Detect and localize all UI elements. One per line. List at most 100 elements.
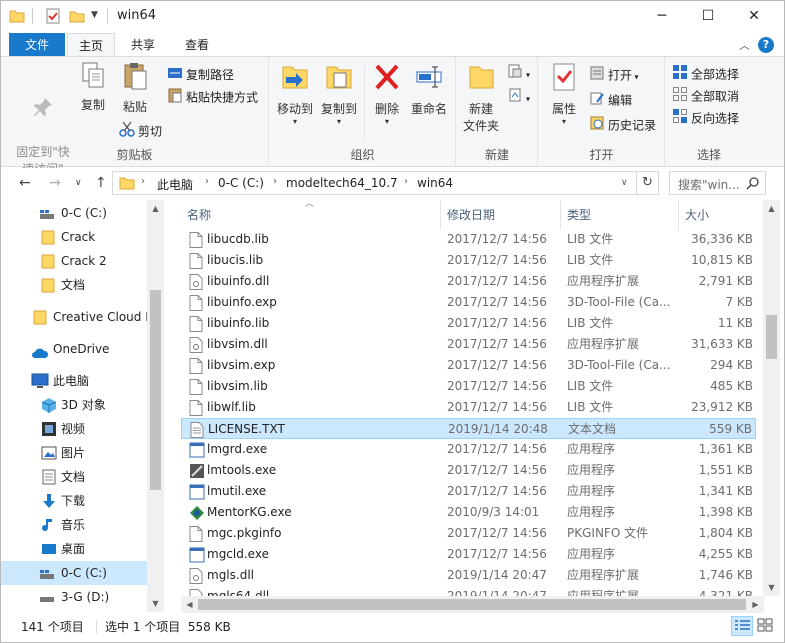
table-row[interactable]: lmgrd.exe 2017/12/7 14:56 应用程序 1,361 KB (181, 439, 756, 460)
nav-item-crack-2[interactable]: Crack 2 (1, 249, 149, 273)
scroll-up-icon[interactable]: ▲ (763, 200, 780, 217)
delete-button[interactable]: 删除 ▾ (370, 61, 404, 126)
table-row[interactable]: libvsim.exp 2017/12/7 14:56 3D-Tool-File (… (181, 355, 756, 376)
nav-item-drive-c-quick[interactable]: 0-C (C:) (1, 201, 149, 225)
new-folder-button[interactable]: 新建 文件夹 (459, 61, 503, 135)
refresh-button[interactable]: ↻ (637, 171, 659, 195)
ribbon-collapse-icon[interactable]: ︿ (739, 37, 750, 53)
move-to-button[interactable]: 移动到 ▾ (274, 61, 316, 126)
nav-item-this-pc[interactable]: 此电脑 (1, 369, 149, 393)
close-button[interactable]: ✕ (731, 1, 777, 31)
tab-file[interactable]: 文件 (9, 33, 65, 57)
table-row-selected[interactable]: LICENSE.TXT 2019/1/14 20:48 文本文档 559 KB (181, 418, 756, 439)
search-box[interactable]: 搜索"win... (669, 171, 766, 195)
nav-item-3d-objects[interactable]: 3D 对象 (1, 393, 149, 417)
column-header-type[interactable]: 类型 (567, 200, 591, 230)
tab-home[interactable]: 主页 (67, 33, 115, 57)
edit-button[interactable]: 编辑 (589, 90, 632, 110)
paste-shortcut-button[interactable]: 粘贴快捷方式 (167, 87, 258, 107)
address-bar[interactable]: › 此电脑 › 0-C (C:) › modeltech64_10.7 › wi… (112, 171, 637, 195)
nav-item-drive-d[interactable]: 3-G (D:) (1, 585, 149, 609)
table-row[interactable]: mgls64.dll 2019/1/14 20:47 应用程序扩展 4,321 KB (181, 586, 756, 596)
help-icon[interactable]: ? (758, 37, 774, 53)
breadcrumb-separator-icon[interactable]: › (273, 176, 277, 187)
properties-quick-icon[interactable] (45, 8, 61, 24)
copy-button[interactable]: 复制 (75, 61, 111, 114)
breadcrumb-separator-icon[interactable]: › (404, 176, 408, 187)
table-row[interactable]: libuinfo.dll 2017/12/7 14:56 应用程序扩展 2,791 K… (181, 271, 756, 292)
table-row[interactable]: mgls.dll 2019/1/14 20:47 应用程序扩展 1,746 KB (181, 565, 756, 586)
easy-access-button[interactable]: ▾ (507, 87, 530, 107)
address-dropdown-icon[interactable]: ∨ (621, 178, 628, 188)
column-header-name[interactable]: 名称 (187, 200, 211, 230)
nav-item-pictures[interactable]: 图片 (1, 441, 149, 465)
table-row[interactable]: MentorKG.exe 2010/9/3 14:01 应用程序 1,398 KB (181, 502, 756, 523)
nav-item-downloads[interactable]: 下载 (1, 489, 149, 513)
properties-button[interactable]: 属性 ▾ (545, 61, 583, 126)
table-row[interactable]: mgcld.exe 2017/12/7 14:56 应用程序 4,255 KB (181, 544, 756, 565)
large-icons-view-button[interactable] (755, 616, 777, 636)
nav-item-videos[interactable]: 视频 (1, 417, 149, 441)
nav-item-music[interactable]: 音乐 (1, 513, 149, 537)
column-header-size[interactable]: 大小 (685, 200, 709, 230)
nav-item-onedrive[interactable]: OneDrive (1, 337, 149, 361)
breadcrumb-separator-icon[interactable]: › (141, 176, 145, 187)
cut-button[interactable]: 剪切 (119, 121, 162, 141)
paste-button[interactable]: 粘贴 (115, 61, 155, 116)
scroll-up-icon[interactable]: ▲ (147, 200, 164, 217)
new-folder-quick-icon[interactable] (69, 8, 85, 24)
forward-arrow-icon[interactable]: → (49, 175, 61, 191)
nav-item-documents[interactable]: 文档 (1, 465, 149, 489)
nav-pane-scrollbar[interactable]: ▲ ▼ (147, 200, 164, 612)
details-view-button[interactable] (731, 616, 753, 636)
copy-to-button[interactable]: 复制到 ▾ (318, 61, 360, 126)
scroll-right-icon[interactable]: ▶ (747, 596, 764, 613)
new-item-button[interactable]: ▾ (507, 63, 530, 83)
table-row[interactable]: libuinfo.exp 2017/12/7 14:56 3D-Tool-File … (181, 292, 756, 313)
scroll-down-icon[interactable]: ▼ (147, 595, 164, 612)
scroll-down-icon[interactable]: ▼ (763, 579, 780, 596)
nav-item-creative-cloud[interactable]: Creative Cloud Fi (1, 305, 149, 329)
maximize-button[interactable]: ☐ (685, 1, 731, 31)
table-row[interactable]: libwlf.lib 2017/12/7 14:56 LIB 文件 23,912 KB (181, 397, 756, 418)
table-row[interactable]: lmutil.exe 2017/12/7 14:56 应用程序 1,341 KB (181, 481, 756, 502)
nav-item-drive-c[interactable]: 0-C (C:) (1, 561, 149, 585)
table-row[interactable]: libvsim.lib 2017/12/7 14:56 LIB 文件 485 KB (181, 376, 756, 397)
breadcrumb-win64[interactable]: win64 (417, 176, 453, 190)
nav-item-crack[interactable]: Crack (1, 225, 149, 249)
column-divider[interactable] (678, 200, 679, 230)
rename-button[interactable]: 重命名 (406, 61, 452, 118)
breadcrumb-this-pc[interactable]: 此电脑 (157, 176, 193, 193)
table-row[interactable]: libvsim.dll 2017/12/7 14:56 应用程序扩展 31,633 K… (181, 334, 756, 355)
nav-item-desktop[interactable]: 桌面 (1, 537, 149, 561)
recent-locations-chevron-icon[interactable]: ∨ (75, 178, 82, 188)
history-button[interactable]: 历史记录 (589, 115, 656, 135)
file-list-hscrollbar[interactable]: ◀ ▶ (181, 596, 764, 613)
table-row[interactable]: mgc.pkginfo 2017/12/7 14:56 PKGINFO 文件 1,80… (181, 523, 756, 544)
select-all-button[interactable]: 全部选择 (672, 64, 739, 84)
hscroll-thumb[interactable] (198, 599, 746, 610)
up-arrow-icon[interactable]: ↑ (95, 175, 107, 191)
breadcrumb-drive-c[interactable]: 0-C (C:) (218, 176, 264, 190)
table-row[interactable]: libucdb.lib 2017/12/7 14:56 LIB 文件 36,336 K… (181, 229, 756, 250)
table-row[interactable]: libucis.lib 2017/12/7 14:56 LIB 文件 10,815 K… (181, 250, 756, 271)
column-header-date[interactable]: 修改日期 (447, 200, 495, 230)
breadcrumb-modeltech[interactable]: modeltech64_10.7 (286, 176, 398, 190)
scroll-left-icon[interactable]: ◀ (181, 596, 198, 613)
file-list-scrollbar[interactable]: ▲ ▼ (763, 200, 780, 596)
select-none-button[interactable]: 全部取消 (672, 86, 739, 106)
back-arrow-icon[interactable]: ← (19, 175, 31, 191)
column-divider[interactable] (440, 200, 441, 230)
tab-view[interactable]: 查看 (173, 33, 221, 57)
minimize-button[interactable]: ─ (639, 1, 685, 31)
quick-access-dropdown-icon[interactable]: ▼ (91, 10, 98, 26)
copy-path-button[interactable]: 复制路径 (167, 65, 234, 85)
table-row[interactable]: lmtools.exe 2017/12/7 14:56 应用程序 1,551 KB (181, 460, 756, 481)
breadcrumb-separator-icon[interactable]: › (205, 176, 209, 187)
invert-selection-button[interactable]: 反向选择 (672, 108, 739, 128)
nav-item-documents-quick[interactable]: 文档 (1, 273, 149, 297)
open-button[interactable]: 打开 ▾ (589, 65, 639, 85)
tab-share[interactable]: 共享 (119, 33, 167, 57)
column-divider[interactable] (560, 200, 561, 230)
file-list-scroll-thumb[interactable] (766, 315, 777, 359)
